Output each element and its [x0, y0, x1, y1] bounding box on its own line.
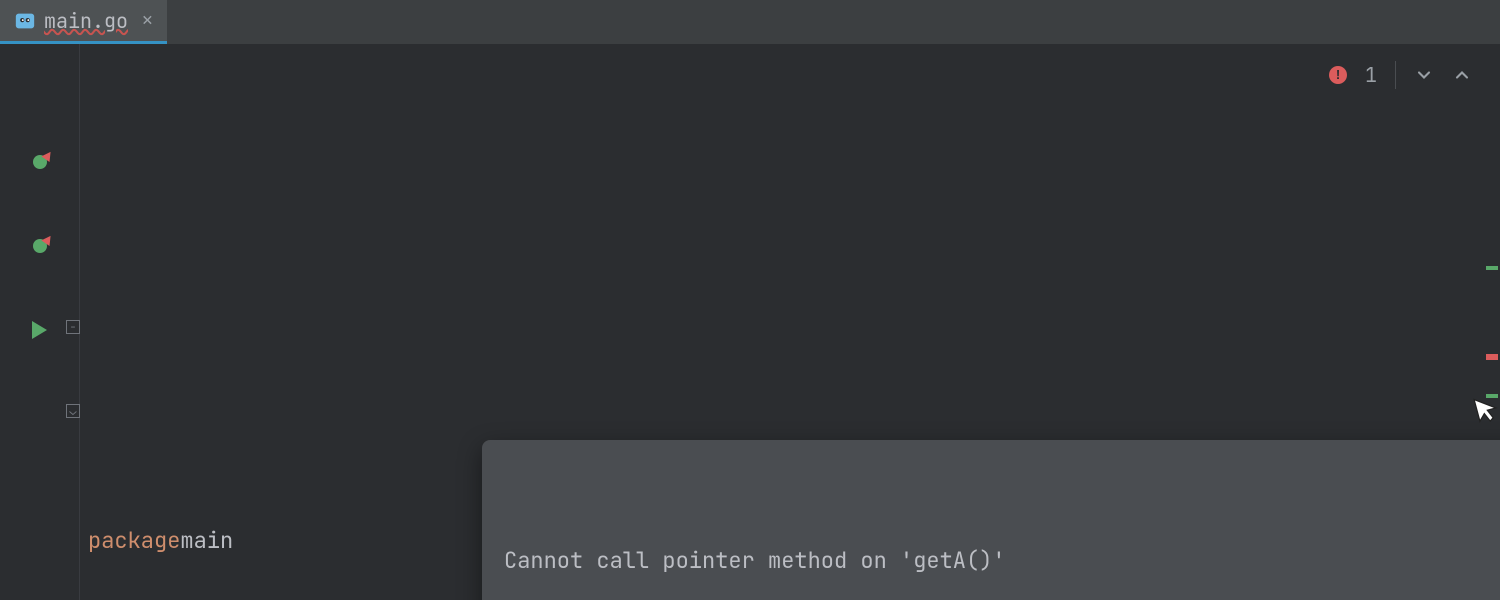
tab-bar: main.go ✕ — [0, 0, 1500, 44]
inspection-widget[interactable]: ! 1 — [1329, 54, 1472, 96]
chevron-down-icon[interactable] — [1414, 65, 1434, 85]
tooltip-title: Cannot call pointer method on 'getA()' — [504, 540, 1006, 582]
gutter: − ⌄ — [0, 44, 80, 600]
go-file-icon — [14, 10, 36, 32]
close-tab-icon[interactable]: ✕ — [142, 9, 153, 32]
error-tooltip: Cannot call pointer method on 'getA()' ⋮… — [482, 440, 1500, 600]
stripe-marker-error[interactable] — [1486, 354, 1498, 360]
gutter-marker-implements[interactable] — [0, 142, 79, 182]
fold-toggle-icon[interactable]: − — [66, 320, 80, 334]
stripe-marker[interactable] — [1486, 266, 1498, 270]
fold-end-icon[interactable]: ⌄ — [66, 404, 80, 418]
divider — [1395, 61, 1396, 89]
chevron-up-icon[interactable] — [1452, 65, 1472, 85]
error-count: 1 — [1365, 54, 1377, 96]
gutter-marker-implements[interactable] — [0, 226, 79, 266]
editor: − ⌄ ! 1 package main type A struct{} fun… — [0, 44, 1500, 600]
mouse-cursor-icon — [1471, 391, 1500, 427]
error-icon: ! — [1329, 66, 1347, 84]
tab-filename: main.go — [44, 8, 128, 34]
more-menu-icon[interactable]: ⋮ — [1496, 540, 1500, 582]
code-area[interactable]: ! 1 package main type A struct{} func (a… — [80, 44, 1500, 600]
file-tab-main-go[interactable]: main.go ✕ — [0, 0, 167, 44]
